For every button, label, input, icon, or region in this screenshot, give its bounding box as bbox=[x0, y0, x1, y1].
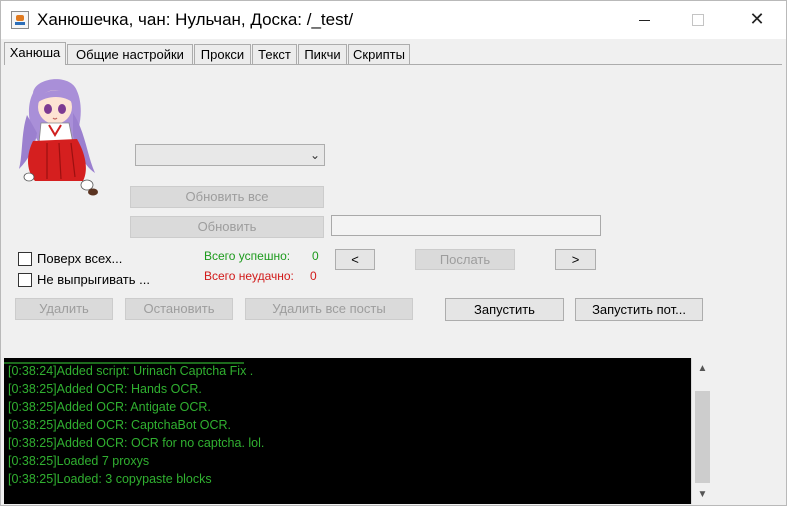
thread-input[interactable] bbox=[331, 215, 601, 236]
start-thread-button[interactable]: Запустить пот... bbox=[575, 298, 703, 321]
log-line: [0:38:24]Added script: Urinach Captcha F… bbox=[8, 364, 254, 378]
refresh-all-button[interactable]: Обновить все bbox=[130, 186, 324, 208]
scroll-down-icon[interactable]: ▼ bbox=[692, 486, 713, 504]
log-scrollbar[interactable]: ▲ ▼ bbox=[691, 358, 713, 504]
java-app-icon bbox=[11, 11, 29, 29]
always-on-top-box[interactable] bbox=[18, 251, 32, 266]
tab-pics[interactable]: Пикчи bbox=[298, 44, 347, 64]
always-on-top-checkbox[interactable]: Поверх всех... bbox=[18, 250, 122, 268]
delete-button[interactable]: Удалить bbox=[15, 298, 113, 320]
tab-panel-border bbox=[4, 64, 782, 65]
log-line: [0:38:25]Added OCR: CaptchaBot OCR. bbox=[8, 418, 232, 432]
start-button[interactable]: Запустить bbox=[445, 298, 564, 321]
next-button[interactable]: > bbox=[555, 249, 596, 270]
success-label: Всего успешно: bbox=[204, 249, 291, 263]
refresh-button[interactable]: Обновить bbox=[130, 216, 324, 238]
maximize-icon[interactable] bbox=[675, 1, 721, 39]
log-line: [0:38:25]Loaded: 3 copypaste blocks bbox=[8, 472, 212, 486]
prev-button[interactable]: < bbox=[335, 249, 375, 270]
scroll-up-icon[interactable]: ▲ bbox=[692, 360, 713, 378]
fail-count: 0 bbox=[310, 269, 317, 283]
log-output[interactable]: [0:38:24]Added script: Urinach Captcha F… bbox=[4, 358, 691, 504]
chevron-down-icon[interactable]: ⌄ bbox=[310, 148, 320, 162]
scroll-thumb[interactable] bbox=[695, 391, 710, 483]
close-icon[interactable]: ✕ bbox=[734, 1, 780, 39]
log-line: [0:38:25]Added OCR: Antigate OCR. bbox=[8, 400, 211, 414]
log-line: [0:38:25]Added OCR: Hands OCR. bbox=[8, 382, 202, 396]
board-select[interactable]: ⌄ bbox=[135, 144, 325, 166]
log-line: [0:38:25]Added OCR: OCR for no captcha. … bbox=[8, 436, 265, 450]
window-title: Ханюшечка, чан: Нульчан, Доска: /_test/ bbox=[37, 10, 354, 29]
fail-label: Всего неудачно: bbox=[204, 269, 294, 283]
tab-general-settings[interactable]: Общие настройки bbox=[67, 44, 193, 64]
minimize-icon[interactable] bbox=[621, 1, 667, 39]
tab-text[interactable]: Текст bbox=[252, 44, 297, 64]
always-on-top-label: Поверх всех... bbox=[37, 251, 123, 267]
tab-hanyusha[interactable]: Ханюша bbox=[4, 42, 66, 65]
tab-proxy[interactable]: Прокси bbox=[194, 44, 251, 64]
send-button[interactable]: Послать bbox=[415, 249, 515, 270]
tab-scripts[interactable]: Скрипты bbox=[348, 44, 410, 64]
dont-popup-checkbox[interactable]: Не выпрыгивать ... bbox=[18, 271, 150, 289]
mascot-image bbox=[19, 79, 98, 196]
app-window: Ханюшечка, чан: Нульчан, Доска: /_test/ … bbox=[0, 0, 787, 506]
dont-popup-label: Не выпрыгивать ... bbox=[37, 272, 150, 288]
delete-all-posts-button[interactable]: Удалить все посты bbox=[245, 298, 413, 320]
dont-popup-box[interactable] bbox=[18, 272, 32, 287]
title-bar[interactable]: Ханюшечка, чан: Нульчан, Доска: /_test/ … bbox=[1, 1, 786, 39]
stop-button[interactable]: Остановить bbox=[125, 298, 233, 320]
log-line: [0:38:25]Loaded 7 proxys bbox=[8, 454, 150, 468]
success-count: 0 bbox=[312, 249, 319, 263]
